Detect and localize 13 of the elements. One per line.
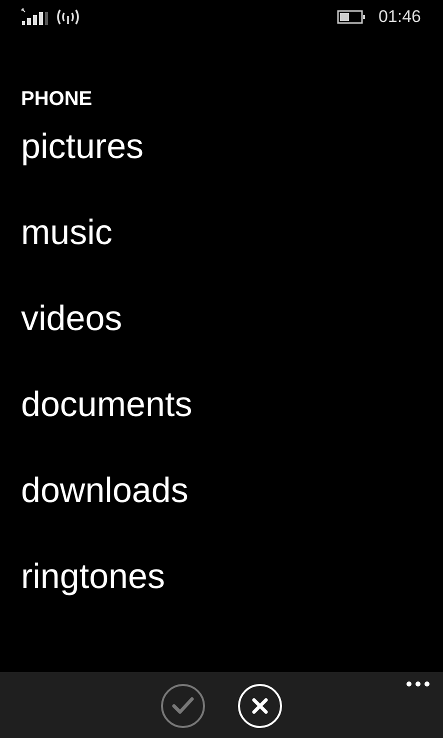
cancel-button[interactable]	[238, 684, 282, 728]
folder-item[interactable]: documents	[21, 385, 192, 425]
folder-item[interactable]: downloads	[21, 471, 188, 511]
clock-time: 01:46	[378, 6, 421, 28]
folder-item[interactable]: music	[21, 213, 112, 253]
folder-item[interactable]: ringtones	[21, 557, 165, 597]
more-icon	[406, 681, 430, 687]
wifi-icon	[55, 8, 81, 26]
signal-icon	[21, 8, 49, 26]
section-header: PHONE	[21, 87, 94, 112]
battery-icon	[337, 10, 366, 24]
folder-item[interactable]: pictures	[21, 127, 144, 167]
folder-item[interactable]: videos	[21, 299, 122, 339]
